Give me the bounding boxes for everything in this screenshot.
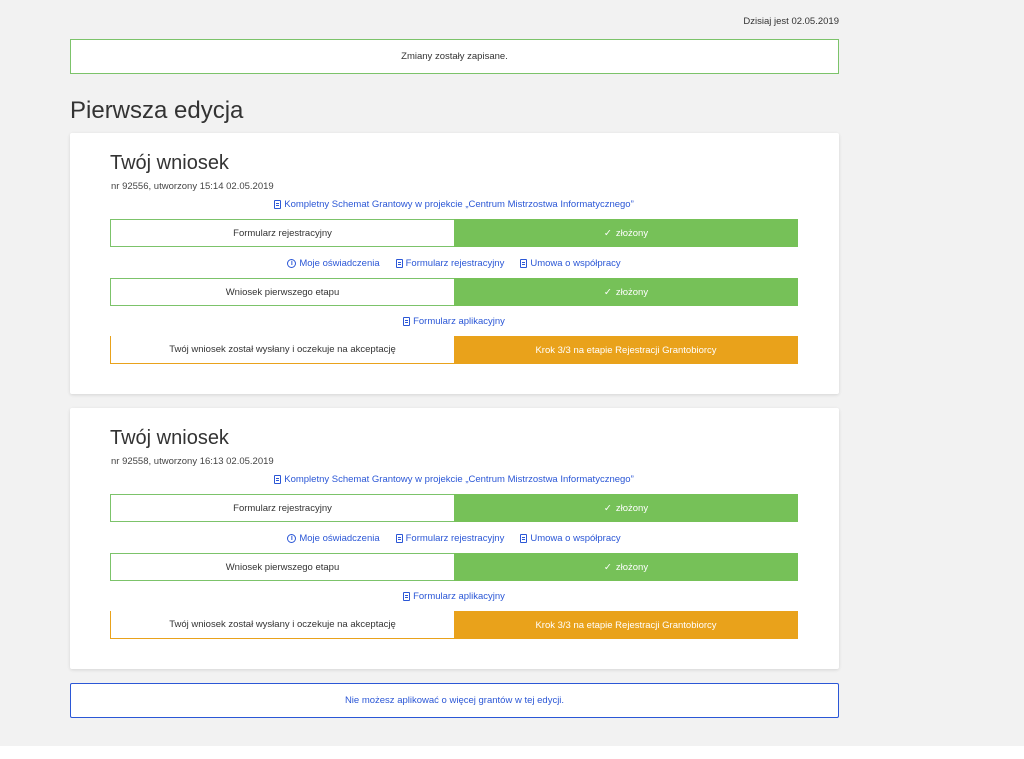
document-icon [274, 200, 282, 209]
pending-row: Twój wniosek został wysłany i oczekuje n… [110, 336, 798, 364]
document-icon [274, 475, 282, 484]
document-links: i Moje oświadczenia Formularz rejestracy… [110, 258, 798, 269]
step-badge: Krok 3/3 na etapie Rejestracji Grantobio… [454, 336, 798, 364]
check-icon: ✓ [603, 227, 612, 239]
status-badge: ✓ złożony [454, 278, 798, 306]
first-stage-row: Wniosek pierwszego etapu ✓ złożony [110, 553, 798, 581]
registration-form-link[interactable]: Formularz rejestracyjny [395, 258, 504, 269]
row-label: Wniosek pierwszego etapu [110, 553, 454, 581]
cooperation-agreement-link[interactable]: Umowa o współpracy [520, 533, 621, 544]
check-icon: ✓ [603, 286, 612, 298]
document-icon [395, 534, 403, 543]
scheme-link[interactable]: Kompletny Schemat Grantowy w projekcie „… [274, 199, 634, 210]
first-stage-row: Wniosek pierwszego etapu ✓ złożony [110, 278, 798, 306]
application-number: nr 92558, utworzony 16:13 02.05.2019 [111, 456, 274, 467]
check-icon: ✓ [603, 502, 612, 514]
registration-form-link[interactable]: Formularz rejestracyjny [395, 533, 504, 544]
success-alert-text: Zmiany zostały zapisane. [401, 51, 508, 62]
document-links: i Moje oświadczenia Formularz rejestracy… [110, 533, 798, 544]
application-form-link[interactable]: Formularz aplikacyjny [403, 591, 505, 602]
check-icon: ✓ [603, 561, 612, 573]
status-badge: ✓ złożony [454, 553, 798, 581]
application-card: Twój wniosek nr 92556, utworzony 15:14 0… [70, 133, 839, 394]
application-card: Twój wniosek nr 92558, utworzony 16:13 0… [70, 408, 839, 669]
application-form-link[interactable]: Formularz aplikacyjny [403, 316, 505, 327]
success-alert: Zmiany zostały zapisane. [70, 39, 839, 74]
info-alert: Nie możesz aplikować o więcej grantów w … [70, 683, 839, 718]
statements-link[interactable]: i Moje oświadczenia [287, 258, 380, 269]
document-icon [520, 259, 528, 268]
application-number: nr 92556, utworzony 15:14 02.05.2019 [111, 181, 274, 192]
info-alert-text: Nie możesz aplikować o więcej grantów w … [344, 695, 565, 706]
row-label: Wniosek pierwszego etapu [110, 278, 454, 306]
current-date: Dzisiaj jest 02.05.2019 [743, 16, 839, 27]
registration-form-row: Formularz rejestracyjny ✓ złożony [110, 494, 798, 522]
info-icon: i [287, 259, 297, 268]
document-icon [520, 534, 528, 543]
row-label: Formularz rejestracyjny [110, 494, 454, 522]
row-label: Formularz rejestracyjny [110, 219, 454, 247]
step-badge: Krok 3/3 na etapie Rejestracji Grantobio… [454, 611, 798, 639]
cooperation-agreement-link[interactable]: Umowa o współpracy [520, 258, 621, 269]
statements-link[interactable]: i Moje oświadczenia [287, 533, 380, 544]
application-form-links: Formularz aplikacyjny [110, 591, 798, 602]
document-icon [395, 259, 403, 268]
application-title: Twój wniosek [110, 427, 229, 449]
scheme-link[interactable]: Kompletny Schemat Grantowy w projekcie „… [274, 474, 634, 485]
document-icon [403, 592, 411, 601]
info-icon: i [287, 534, 297, 543]
row-label: Twój wniosek został wysłany i oczekuje n… [110, 611, 454, 639]
row-label: Twój wniosek został wysłany i oczekuje n… [110, 336, 454, 364]
scheme-link-row: Kompletny Schemat Grantowy w projekcie „… [110, 199, 798, 210]
pending-row: Twój wniosek został wysłany i oczekuje n… [110, 611, 798, 639]
status-badge: ✓ złożony [454, 494, 798, 522]
application-title: Twój wniosek [110, 152, 229, 174]
status-badge: ✓ złożony [454, 219, 798, 247]
application-form-links: Formularz aplikacyjny [110, 316, 798, 327]
document-icon [403, 317, 411, 326]
scheme-link-row: Kompletny Schemat Grantowy w projekcie „… [110, 474, 798, 485]
edition-title: Pierwsza edycja [70, 97, 244, 124]
registration-form-row: Formularz rejestracyjny ✓ złożony [110, 219, 798, 247]
